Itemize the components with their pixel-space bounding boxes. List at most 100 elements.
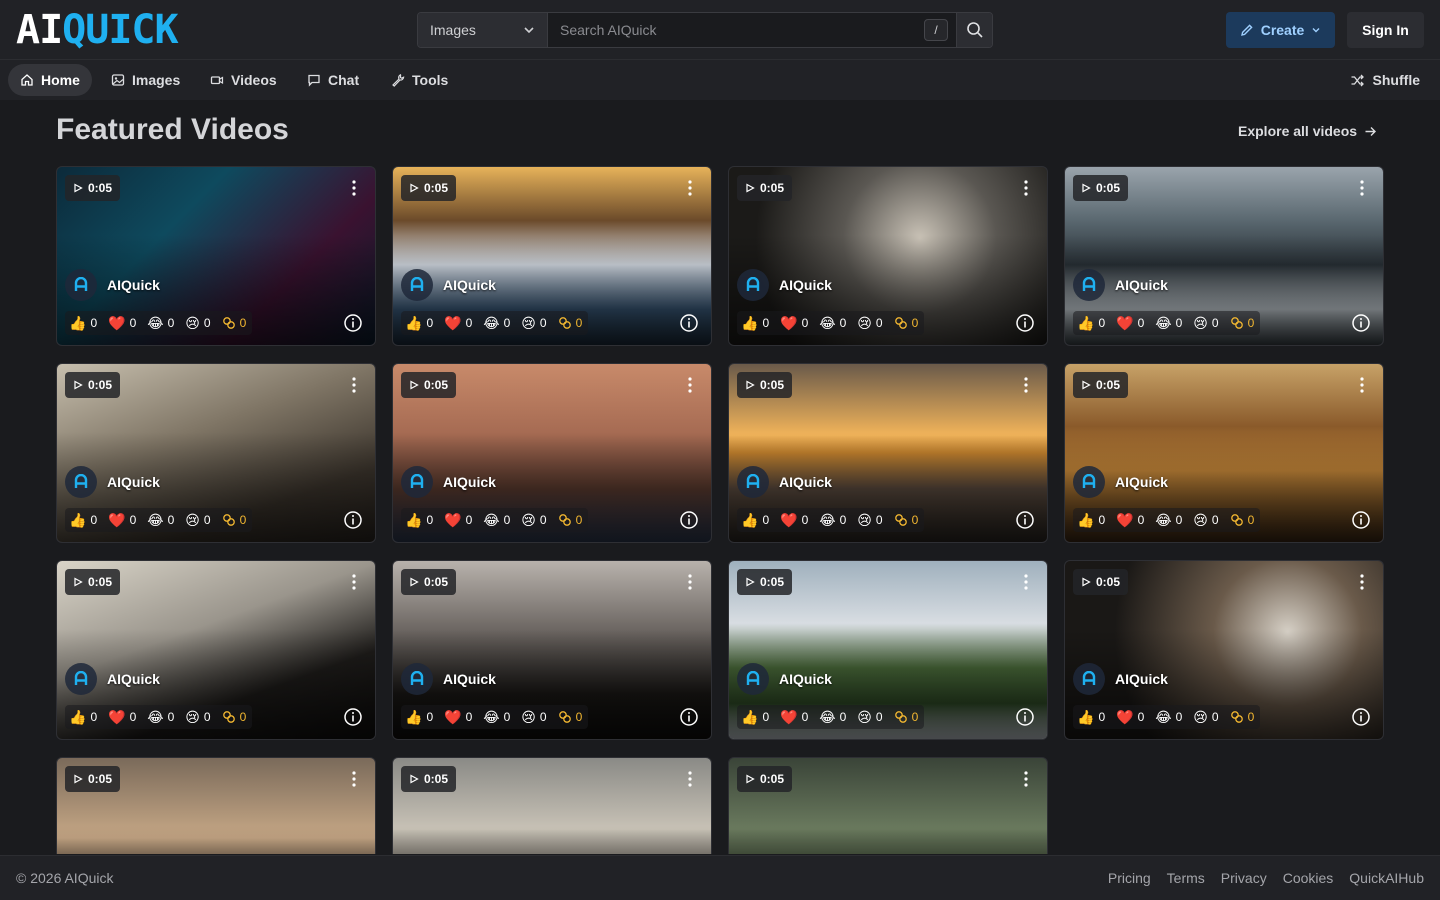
- reaction-remix[interactable]: 0: [558, 710, 582, 724]
- author[interactable]: AIQuick: [1073, 269, 1168, 301]
- reaction-remix[interactable]: 0: [222, 316, 246, 330]
- video-card[interactable]: 0:05 AIQuick 👍0 ❤️0 😂0 😢0 0: [1064, 166, 1384, 346]
- reaction-sad[interactable]: 😢 0: [857, 513, 882, 527]
- reaction-like[interactable]: 👍 0: [1077, 710, 1105, 724]
- footer-link-terms[interactable]: Terms: [1167, 870, 1205, 886]
- reaction-like[interactable]: 👍 0: [405, 710, 433, 724]
- video-card[interactable]: 0:05 AIQuick 👍0 ❤️0 😂0 😢0 0: [728, 166, 1048, 346]
- search-button[interactable]: [956, 13, 992, 47]
- footer-link-quickaihub[interactable]: QuickAIHub: [1349, 870, 1424, 886]
- reaction-like[interactable]: 👍 0: [69, 513, 97, 527]
- reaction-laugh[interactable]: 😂 0: [1155, 513, 1182, 527]
- info-button[interactable]: [343, 510, 363, 530]
- reaction-laugh[interactable]: 😂 0: [147, 316, 174, 330]
- more-options-button[interactable]: [345, 179, 363, 197]
- reaction-heart[interactable]: ❤️ 0: [108, 513, 136, 527]
- video-card[interactable]: 0:05 AIQuick 👍0 ❤️0 😂0 😢0 0: [56, 166, 376, 346]
- info-button[interactable]: [343, 313, 363, 333]
- nav-item-chat[interactable]: Chat: [295, 64, 371, 96]
- video-card[interactable]: 0:05 AIQuick 👍0 ❤️0 😂0 😢0 0: [392, 757, 712, 854]
- info-button[interactable]: [1015, 707, 1035, 727]
- more-options-button[interactable]: [345, 376, 363, 394]
- video-card[interactable]: 0:05 AIQuick 👍0 ❤️0 😂0 😢0 0: [1064, 560, 1384, 740]
- more-options-button[interactable]: [1017, 376, 1035, 394]
- info-button[interactable]: [1015, 313, 1035, 333]
- reaction-heart[interactable]: ❤️ 0: [1116, 710, 1144, 724]
- reaction-remix[interactable]: 0: [222, 513, 246, 527]
- info-button[interactable]: [343, 707, 363, 727]
- reaction-laugh[interactable]: 😂 0: [1155, 710, 1182, 724]
- more-options-button[interactable]: [1017, 573, 1035, 591]
- reaction-like[interactable]: 👍 0: [1077, 513, 1105, 527]
- video-card[interactable]: 0:05 AIQuick 👍0 ❤️0 😂0 😢0 0: [728, 757, 1048, 854]
- reaction-sad[interactable]: 😢 0: [1193, 316, 1218, 330]
- more-options-button[interactable]: [681, 770, 699, 788]
- reaction-laugh[interactable]: 😂 0: [483, 513, 510, 527]
- nav-item-tools[interactable]: Tools: [379, 64, 460, 96]
- sign-in-button[interactable]: Sign In: [1347, 12, 1424, 48]
- video-card[interactable]: 0:05 AIQuick 👍0 ❤️0 😂0 😢0 0: [392, 560, 712, 740]
- video-card[interactable]: 0:05 AIQuick 👍0 ❤️0 😂0 😢0 0: [1064, 363, 1384, 543]
- more-options-button[interactable]: [1353, 376, 1371, 394]
- more-options-button[interactable]: [345, 573, 363, 591]
- reaction-like[interactable]: 👍 0: [741, 316, 769, 330]
- info-button[interactable]: [1351, 707, 1371, 727]
- author[interactable]: AIQuick: [1073, 466, 1168, 498]
- video-card[interactable]: 0:05 AIQuick 👍0 ❤️0 😂0 😢0 0: [56, 560, 376, 740]
- shuffle-button[interactable]: Shuffle: [1350, 64, 1420, 96]
- reaction-sad[interactable]: 😢 0: [521, 710, 546, 724]
- reaction-remix[interactable]: 0: [1230, 316, 1254, 330]
- reaction-remix[interactable]: 0: [1230, 513, 1254, 527]
- info-button[interactable]: [1351, 313, 1371, 333]
- reaction-laugh[interactable]: 😂 0: [819, 710, 846, 724]
- search-input[interactable]: [560, 22, 944, 38]
- reaction-like[interactable]: 👍 0: [69, 710, 97, 724]
- video-card[interactable]: 0:05 AIQuick 👍0 ❤️0 😂0 😢0 0: [56, 757, 376, 854]
- video-card[interactable]: 0:05 AIQuick 👍0 ❤️0 😂0 😢0 0: [728, 560, 1048, 740]
- nav-item-videos[interactable]: Videos: [198, 64, 289, 96]
- reaction-laugh[interactable]: 😂 0: [483, 316, 510, 330]
- author[interactable]: AIQuick: [65, 269, 160, 301]
- author[interactable]: AIQuick: [401, 663, 496, 695]
- search-type-select[interactable]: Images: [418, 13, 548, 47]
- reaction-heart[interactable]: ❤️ 0: [780, 710, 808, 724]
- reaction-remix[interactable]: 0: [894, 316, 918, 330]
- author[interactable]: AIQuick: [65, 466, 160, 498]
- video-card[interactable]: 0:05 AIQuick 👍0 ❤️0 😂0 😢0 0: [392, 363, 712, 543]
- reaction-sad[interactable]: 😢 0: [857, 710, 882, 724]
- more-options-button[interactable]: [1353, 179, 1371, 197]
- reaction-laugh[interactable]: 😂 0: [147, 710, 174, 724]
- more-options-button[interactable]: [345, 770, 363, 788]
- reaction-heart[interactable]: ❤️ 0: [108, 710, 136, 724]
- reaction-laugh[interactable]: 😂 0: [483, 710, 510, 724]
- reaction-like[interactable]: 👍 0: [69, 316, 97, 330]
- reaction-laugh[interactable]: 😂 0: [819, 316, 846, 330]
- footer-link-cookies[interactable]: Cookies: [1283, 870, 1334, 886]
- author[interactable]: AIQuick: [401, 269, 496, 301]
- info-button[interactable]: [1015, 510, 1035, 530]
- reaction-remix[interactable]: 0: [894, 513, 918, 527]
- video-card[interactable]: 0:05 AIQuick 👍0 ❤️0 😂0 😢0 0: [56, 363, 376, 543]
- reaction-sad[interactable]: 😢 0: [185, 513, 210, 527]
- reaction-heart[interactable]: ❤️ 0: [780, 316, 808, 330]
- reaction-sad[interactable]: 😢 0: [521, 316, 546, 330]
- reaction-remix[interactable]: 0: [1230, 710, 1254, 724]
- author[interactable]: AIQuick: [1073, 663, 1168, 695]
- reaction-like[interactable]: 👍 0: [741, 710, 769, 724]
- info-button[interactable]: [679, 510, 699, 530]
- reaction-remix[interactable]: 0: [558, 513, 582, 527]
- reaction-remix[interactable]: 0: [222, 710, 246, 724]
- author[interactable]: AIQuick: [737, 466, 832, 498]
- more-options-button[interactable]: [681, 179, 699, 197]
- reaction-like[interactable]: 👍 0: [405, 513, 433, 527]
- author[interactable]: AIQuick: [737, 269, 832, 301]
- reaction-like[interactable]: 👍 0: [1077, 316, 1105, 330]
- reaction-remix[interactable]: 0: [894, 710, 918, 724]
- reaction-sad[interactable]: 😢 0: [521, 513, 546, 527]
- reaction-heart[interactable]: ❤️ 0: [1116, 316, 1144, 330]
- reaction-heart[interactable]: ❤️ 0: [108, 316, 136, 330]
- reaction-heart[interactable]: ❤️ 0: [444, 316, 472, 330]
- reaction-like[interactable]: 👍 0: [405, 316, 433, 330]
- reaction-heart[interactable]: ❤️ 0: [780, 513, 808, 527]
- author[interactable]: AIQuick: [65, 663, 160, 695]
